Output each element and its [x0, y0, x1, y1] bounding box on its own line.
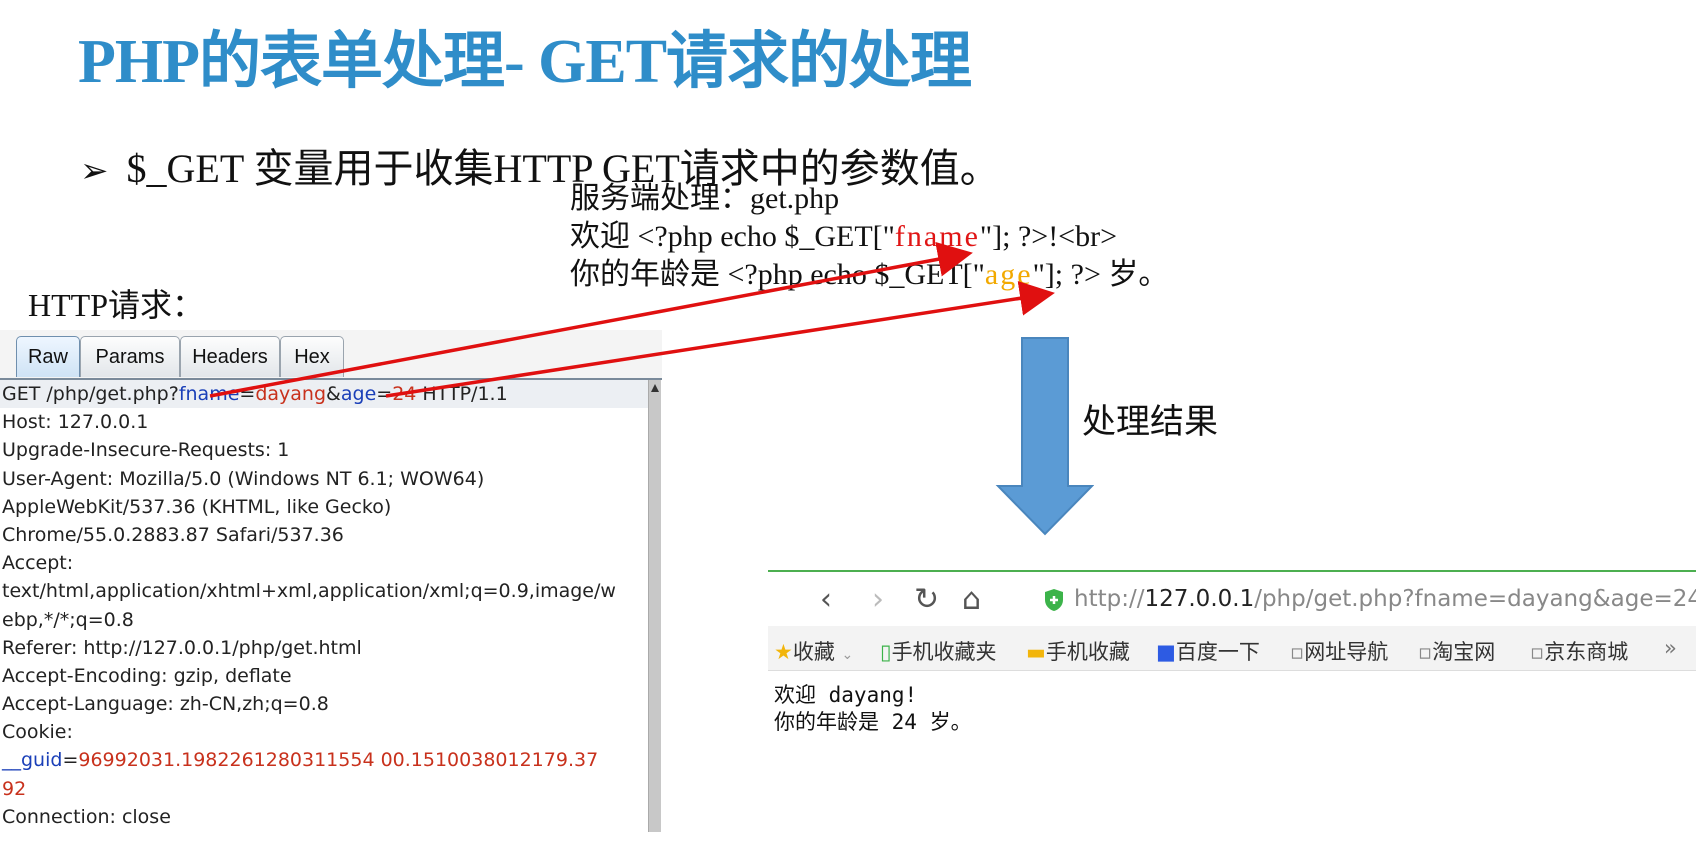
param-amp: &	[326, 383, 341, 405]
code-text: 你的年龄是 <?php echo $_GET["	[570, 258, 985, 291]
process-result-label: 处理结果	[1082, 402, 1218, 442]
process-down-arrow-icon	[995, 337, 1094, 536]
back-icon[interactable]: ‹	[820, 582, 832, 617]
page-content: 欢迎 dayang! 你的年龄是 24 岁。	[774, 682, 972, 736]
cookie-line: __guid=96992031.1982261280311554 00.1510…	[0, 746, 648, 774]
header-line: ebp,*/*;q=0.8	[2, 608, 134, 631]
url-scheme: http://	[1074, 586, 1145, 612]
page-icon: ▫	[1418, 640, 1433, 664]
tab-hex[interactable]: Hex	[280, 336, 344, 377]
bookmark-label: 收藏	[792, 640, 835, 664]
cookie-eq: =	[62, 749, 79, 772]
bookmark-taobao[interactable]: ▫淘宝网	[1418, 636, 1495, 666]
code-text: "]; ?> 岁。	[1032, 258, 1169, 291]
request-panel: Raw Params Headers Hex GET /php/get.php?…	[0, 330, 662, 832]
header-line: Host: 127.0.0.1	[2, 411, 149, 434]
cookie-key: __guid	[2, 749, 63, 772]
http-request-label: HTTP请求：	[28, 287, 205, 323]
request-line: GET /php/get.php?fname=dayang&age=24 HTT…	[0, 380, 648, 409]
cookie-value: 96992031.1982261280311554 00.15100380121…	[78, 749, 599, 772]
bookmark-nav[interactable]: ▫网址导航	[1290, 636, 1388, 666]
http-version: HTTP/1.1	[416, 383, 508, 405]
header-line: User-Agent: Mozilla/5.0 (Windows NT 6.1;…	[2, 467, 485, 490]
baidu-paw-icon: ■	[1156, 640, 1176, 664]
param-eq: =	[376, 383, 393, 405]
param-value-fname: dayang	[255, 383, 327, 405]
folder-icon: ▬	[1026, 640, 1046, 664]
header-line: Connection: close	[2, 805, 171, 828]
page-welcome-text: 欢迎 dayang!	[774, 683, 918, 707]
scroll-up-icon[interactable]	[651, 384, 659, 392]
bookmarks-more-icon[interactable]: »	[1664, 636, 1677, 660]
cookie-line-continued: 92	[0, 775, 648, 803]
secure-shield-icon	[1045, 589, 1063, 611]
request-scrollbar[interactable]	[648, 380, 661, 832]
header-line: AppleWebKit/537.36 (KHTML, like Gecko)	[2, 495, 392, 518]
param-key-fname: fname	[178, 383, 240, 405]
reload-icon[interactable]: ↻	[914, 582, 939, 617]
server-code-title: 服务端处理：get.php	[570, 182, 840, 215]
bookmark-baidu[interactable]: ■百度一下	[1156, 636, 1260, 666]
url-path: /php/get.php?fname=dayang&age=24	[1254, 586, 1696, 612]
request-raw-text[interactable]: GET /php/get.php?fname=dayang&age=24 HTT…	[0, 380, 648, 832]
header-line: Chrome/55.0.2883.87 Safari/537.36	[2, 523, 344, 546]
bookmark-mobile[interactable]: ▬手机收藏	[1026, 636, 1130, 666]
tab-raw[interactable]: Raw	[16, 336, 80, 377]
header-line: Accept-Language: zh-CN,zh;q=0.8	[2, 693, 329, 716]
phone-icon: ▯	[880, 640, 892, 664]
browser-window: ‹ › ↻ ⌂ http://127.0.0.1/php/get.php?fna…	[768, 570, 1696, 770]
request-path: GET /php/get.php?	[2, 383, 179, 405]
header-line: Accept:	[2, 552, 74, 575]
url-host: 127.0.0.1	[1144, 586, 1255, 612]
code-fname-key: fname	[894, 220, 980, 253]
server-code-line-age: 你的年龄是 <?php echo $_GET["age"]; ?> 岁。	[570, 256, 1168, 294]
forward-icon[interactable]: ›	[872, 582, 884, 617]
home-icon[interactable]: ⌂	[962, 582, 981, 617]
bookmark-label: 手机收藏夹	[891, 640, 997, 664]
code-text: "]; ?>!<br>	[979, 220, 1118, 253]
slide-title: PHP的表单处理- GET请求的处理	[78, 28, 972, 96]
tab-params[interactable]: Params	[80, 336, 180, 377]
address-bar[interactable]: http://127.0.0.1/php/get.php?fname=dayan…	[1074, 586, 1696, 612]
header-line: text/html,application/xhtml+xml,applicat…	[2, 580, 616, 603]
browser-nav-bar: ‹ › ↻ ⌂ http://127.0.0.1/php/get.php?fna…	[768, 570, 1696, 628]
param-key-age: age	[340, 383, 377, 405]
param-value-age: 24	[392, 383, 417, 405]
page-age-text: 你的年龄是 24 岁。	[774, 710, 972, 734]
bookmark-favorites[interactable]: ★收藏 ⌄	[774, 636, 853, 666]
cookie-value: 92	[2, 777, 27, 800]
param-eq: =	[239, 383, 256, 405]
bookmark-label: 手机收藏	[1045, 640, 1130, 664]
header-line: Referer: http://127.0.0.1/php/get.html	[2, 636, 362, 659]
header-line: Accept-Encoding: gzip, deflate	[2, 664, 292, 687]
bookmark-label: 网址导航	[1304, 640, 1389, 664]
header-line: Cookie:	[2, 721, 73, 744]
request-tabs: Raw Params Headers Hex	[0, 330, 662, 380]
header-line: Upgrade-Insecure-Requests: 1	[2, 439, 290, 462]
page-icon: ▫	[1530, 640, 1545, 664]
bookmark-label: 京东商城	[1544, 640, 1629, 664]
star-icon: ★	[774, 640, 793, 664]
bookmark-jd[interactable]: ▫京东商城	[1530, 636, 1628, 666]
bookmark-label: 淘宝网	[1432, 640, 1496, 664]
code-text: 欢迎 <?php echo $_GET["	[570, 220, 895, 253]
page-icon: ▫	[1290, 640, 1305, 664]
bullet-arrow-icon: ➢	[80, 153, 109, 190]
server-code-block: 服务端处理：get.php 欢迎 <?php echo $_GET["fname…	[570, 180, 1168, 294]
server-code-line-welcome: 欢迎 <?php echo $_GET["fname"]; ?>!<br>	[570, 218, 1168, 256]
bookmarks-bar: ★收藏 ⌄ ▯手机收藏夹 ▬手机收藏 ■百度一下 ▫网址导航 ▫淘宝网 ▫京东商…	[768, 626, 1696, 671]
bookmark-mobile-folder[interactable]: ▯手机收藏夹	[880, 636, 997, 666]
chevron-down-icon: ⌄	[841, 647, 854, 663]
bookmark-label: 百度一下	[1175, 640, 1260, 664]
tab-headers[interactable]: Headers	[180, 336, 280, 377]
code-age-key: age	[984, 258, 1033, 291]
